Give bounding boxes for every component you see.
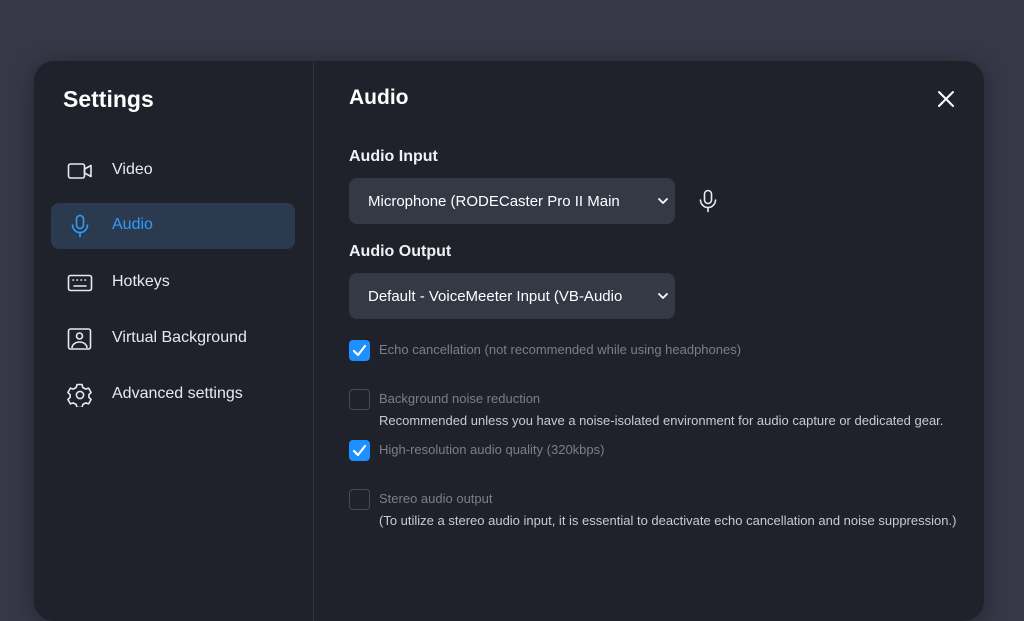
audio-output-label: Audio Output (349, 243, 452, 260)
sidebar-item-label: Hotkeys (112, 273, 170, 290)
audio-input-select[interactable]: Microphone (RODECaster Pro II Main (349, 178, 675, 224)
audio-output-select[interactable]: Default - VoiceMeeter Input (VB-Audio (349, 273, 675, 319)
sidebar-item-label: Video (112, 161, 153, 178)
sidebar-item-hotkeys[interactable]: Hotkeys (51, 260, 295, 306)
image-icon (67, 327, 93, 351)
keyboard-icon (67, 271, 93, 295)
close-icon (938, 91, 954, 107)
chevron-down-icon (658, 293, 668, 299)
audio-settings-panel: Audio Audio Input Microphone (RODECaster… (314, 61, 984, 621)
noise-reduction-label: Background noise reduction (379, 391, 541, 406)
audio-output-value: Default - VoiceMeeter Input (VB-Audio (368, 288, 623, 305)
audio-input-label: Audio Input (349, 148, 438, 165)
settings-dialog: Settings Video Audio Hotkeys Virtual Bac… (34, 61, 984, 621)
echo-cancellation-checkbox[interactable] (349, 340, 370, 361)
gear-icon (67, 383, 93, 407)
noise-reduction-checkbox[interactable] (349, 389, 370, 410)
high-res-audio-label: High-resolution audio quality (320kbps) (379, 442, 605, 457)
stereo-output-label: Stereo audio output (379, 491, 493, 506)
video-camera-icon (67, 159, 93, 183)
echo-cancellation-label: Echo cancellation (not recommended while… (379, 342, 742, 357)
checkmark-icon (352, 444, 367, 457)
sidebar-item-label: Advanced settings (112, 385, 243, 402)
microphone-test-button[interactable] (698, 189, 718, 213)
sidebar-item-video[interactable]: Video (51, 148, 295, 194)
page-title: Audio (349, 86, 409, 109)
stereo-output-checkbox[interactable] (349, 489, 370, 510)
sidebar-item-label: Virtual Background (112, 329, 247, 346)
high-res-audio-checkbox[interactable] (349, 440, 370, 461)
sidebar: Settings Video Audio Hotkeys Virtual Bac… (34, 61, 314, 621)
chevron-down-icon (658, 198, 668, 204)
audio-input-value: Microphone (RODECaster Pro II Main (368, 193, 620, 210)
close-button[interactable] (934, 87, 958, 111)
microphone-icon (699, 189, 717, 213)
sidebar-item-advanced-settings[interactable]: Advanced settings (51, 372, 295, 418)
checkmark-icon (352, 344, 367, 357)
sidebar-title: Settings (63, 86, 154, 112)
microphone-icon (67, 214, 93, 238)
sidebar-item-virtual-background[interactable]: Virtual Background (51, 316, 295, 362)
sidebar-item-label: Audio (112, 216, 153, 233)
noise-reduction-description: Recommended unless you have a noise-isol… (379, 413, 944, 428)
sidebar-item-audio[interactable]: Audio (51, 203, 295, 249)
stereo-output-description: (To utilize a stereo audio input, it is … (379, 513, 957, 528)
